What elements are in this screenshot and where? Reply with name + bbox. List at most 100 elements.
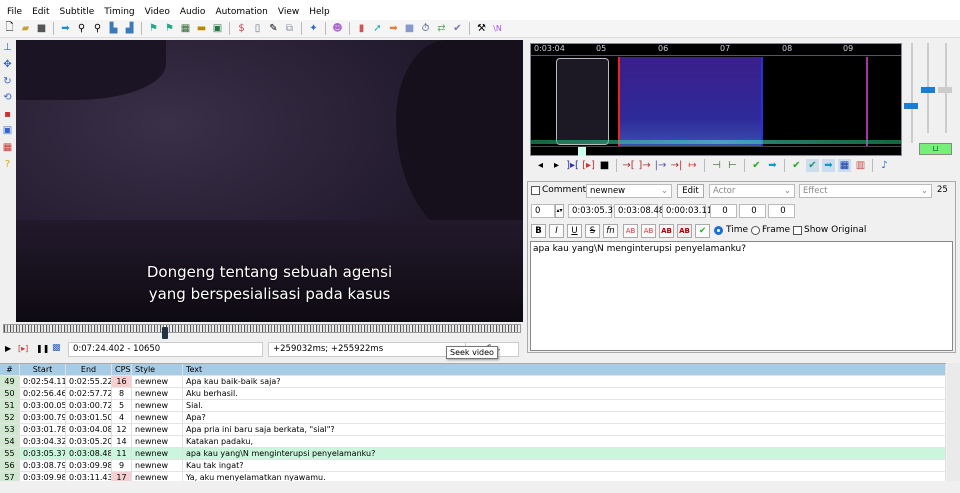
menu-edit[interactable]: Edit <box>27 5 54 20</box>
audio-display[interactable]: 0:03:04 05 06 07 08 09 <box>530 43 902 156</box>
play-selection-icon[interactable]: ]▸[ <box>566 159 579 172</box>
clip-icon[interactable]: ▪ <box>1 109 14 121</box>
comment-checkbox[interactable] <box>531 186 540 195</box>
play-end-icon[interactable]: |→ <box>654 159 667 172</box>
subtitle-grid[interactable]: # Start End CPS Style Text 49 0:02:54.11 0… <box>0 363 946 481</box>
effect-field[interactable]: Effect ⌄ <box>799 184 932 198</box>
table-row[interactable]: 52 0:03:00.79 0:03:01.50 4 newnew Apa? <box>0 412 946 424</box>
styles-manager-icon[interactable]: ⚑ <box>147 22 160 35</box>
table-row[interactable]: 53 0:03:01.78 0:03:04.08 12 newnew Apa pria i… <box>0 424 946 436</box>
stop-icon[interactable]: ■ <box>403 22 416 35</box>
menu-automation[interactable]: Automation <box>210 5 272 20</box>
actor-field[interactable]: Actor ⌄ <box>709 184 795 198</box>
play-line-icon[interactable]: [▸] <box>18 344 28 353</box>
auto-scroll-icon[interactable]: ▩ <box>52 343 61 353</box>
table-row[interactable]: 50 0:02:56.46 0:02:57.72 8 newnew Aku berhasi… <box>0 388 946 400</box>
open-file-icon[interactable]: ▰ <box>19 22 32 35</box>
auto-next-icon[interactable]: ✔ <box>806 159 819 172</box>
end-time-field[interactable]: 0:03:08.48 <box>614 204 664 218</box>
lead-in-icon[interactable]: ⊣ <box>710 159 723 172</box>
play-line-icon[interactable]: [▸] <box>582 159 595 172</box>
shadow-color-button[interactable]: AB <box>677 224 692 238</box>
rotate-xy-icon[interactable]: ⟲ <box>1 92 14 104</box>
drag-tool-icon[interactable]: ✥ <box>1 59 14 71</box>
col-end[interactable]: End <box>66 364 112 375</box>
translation-icon[interactable]: $ <box>235 22 248 35</box>
help-icon[interactable]: ? <box>1 158 14 170</box>
video-display[interactable]: Dongeng tentang sebuah agensi yang bersp… <box>16 40 523 322</box>
karaoke-mode-icon[interactable]: ♪ <box>878 159 891 172</box>
time-radio[interactable] <box>714 226 723 235</box>
volume-slider[interactable] <box>921 87 935 93</box>
primary-color-button[interactable]: AB <box>623 224 638 238</box>
attachments-icon[interactable]: ⚑ <box>163 22 176 35</box>
layer-spin[interactable]: ▴▾ <box>555 204 564 218</box>
frame-radio[interactable] <box>751 226 760 235</box>
jump-icon[interactable]: ➡ <box>59 22 72 35</box>
next-line-icon[interactable]: ➡ <box>387 22 400 35</box>
menu-video[interactable]: Video <box>140 5 175 20</box>
standard-tool-icon[interactable]: ⊥ <box>1 42 14 54</box>
spectrum-icon[interactable]: ▦ <box>838 159 851 172</box>
open-audio-icon[interactable]: ▟ <box>123 22 136 35</box>
table-row[interactable]: 55 0:03:05.37 0:03:08.48 11 newnew apa kau ya… <box>0 448 946 460</box>
col-number[interactable]: # <box>0 364 20 375</box>
underline-button[interactable]: U <box>567 224 582 238</box>
seek-thumb[interactable] <box>162 327 168 339</box>
fonts-collector-icon[interactable]: ▦ <box>179 22 192 35</box>
commit-button[interactable]: ✔ <box>695 224 710 238</box>
layer-field[interactable]: 0 <box>531 204 555 218</box>
scale-icon[interactable]: ▦ <box>1 142 14 154</box>
table-row[interactable]: 57 0:03:09.98 0:03:11.43 17 newnew Ya, aku me… <box>0 472 946 481</box>
play-to-end-icon[interactable]: ↦ <box>686 159 699 172</box>
zoom-out-icon[interactable]: ⚲ <box>91 22 104 35</box>
menu-timing[interactable]: Timing <box>99 5 139 20</box>
play-start-icon[interactable]: ]→ <box>638 159 651 172</box>
margin-vertical-field[interactable]: 0 <box>768 204 795 218</box>
edit-style-button[interactable]: Edit <box>677 184 704 198</box>
menu-subtitle[interactable]: Subtitle <box>55 5 100 20</box>
subtitle-text-editor[interactable]: apa kau yang\N menginterupsi penyelamank… <box>530 241 953 351</box>
resample-icon[interactable]: ▬ <box>195 22 208 35</box>
next-icon[interactable]: ▸ <box>550 159 563 172</box>
kanji-timer-icon[interactable]: ☻ <box>331 22 344 35</box>
margin-left-field[interactable]: 0 <box>710 204 737 218</box>
video-seek-slider[interactable] <box>3 324 521 333</box>
table-row[interactable]: 54 0:03:04.32 0:03:05.20 14 newnew Katakan pa… <box>0 436 946 448</box>
save-icon[interactable]: ■ <box>35 22 48 35</box>
secondary-color-button[interactable]: AB <box>641 224 656 238</box>
zoom-in-icon[interactable]: ⚲ <box>75 22 88 35</box>
vector-clip-icon[interactable]: ▣ <box>1 125 14 137</box>
open-video-icon[interactable]: ▙ <box>107 22 120 35</box>
start-time-field[interactable]: 0:03:05.37 <box>568 204 618 218</box>
commit-icon[interactable]: ✔ <box>750 159 763 172</box>
menu-help[interactable]: Help <box>304 5 335 20</box>
stop-icon[interactable]: ■ <box>598 159 611 172</box>
spell-check-icon[interactable]: ▯ <box>251 22 264 35</box>
table-row[interactable]: 49 0:02:54.11 0:02:55.22 16 newnew Apa kau ba… <box>0 376 946 388</box>
show-original-checkbox[interactable] <box>793 226 802 235</box>
go-next-icon[interactable]: ➡ <box>766 159 779 172</box>
col-cps[interactable]: CPS <box>112 364 132 375</box>
selected-line-region[interactable] <box>618 57 763 146</box>
auto-commit-icon[interactable]: ✔ <box>790 159 803 172</box>
options-icon[interactable]: ⚒ <box>475 22 488 35</box>
menu-view[interactable]: View <box>273 5 304 20</box>
properties-icon[interactable]: ▣ <box>211 22 224 35</box>
style-select[interactable]: newnew ⌄ <box>586 184 672 198</box>
new-file-icon[interactable]: 🗋 <box>3 22 16 35</box>
auto-scroll-icon[interactable]: ➡ <box>822 159 835 172</box>
duration-field[interactable]: 0:00:03.11 <box>662 204 712 218</box>
col-style[interactable]: Style <box>132 364 183 375</box>
table-row[interactable]: 51 0:03:00.05 0:03:00.72 5 newnew Sial. <box>0 400 946 412</box>
replace-icon[interactable]: ⧉ <box>283 22 296 35</box>
check-icon[interactable]: ✔ <box>451 22 464 35</box>
pause-icon[interactable]: ❚❚ <box>36 344 49 353</box>
video-time-field[interactable]: 0:07:24.402 - 10650 <box>68 342 263 357</box>
font-button[interactable]: fn <box>603 224 618 238</box>
play-after-icon[interactable]: →| <box>670 159 683 172</box>
bold-button[interactable]: B <box>531 224 546 238</box>
col-start[interactable]: Start <box>20 364 66 375</box>
karaoke-icon[interactable]: ▥ <box>854 159 867 172</box>
shift-times-icon[interactable]: ➚ <box>371 22 384 35</box>
